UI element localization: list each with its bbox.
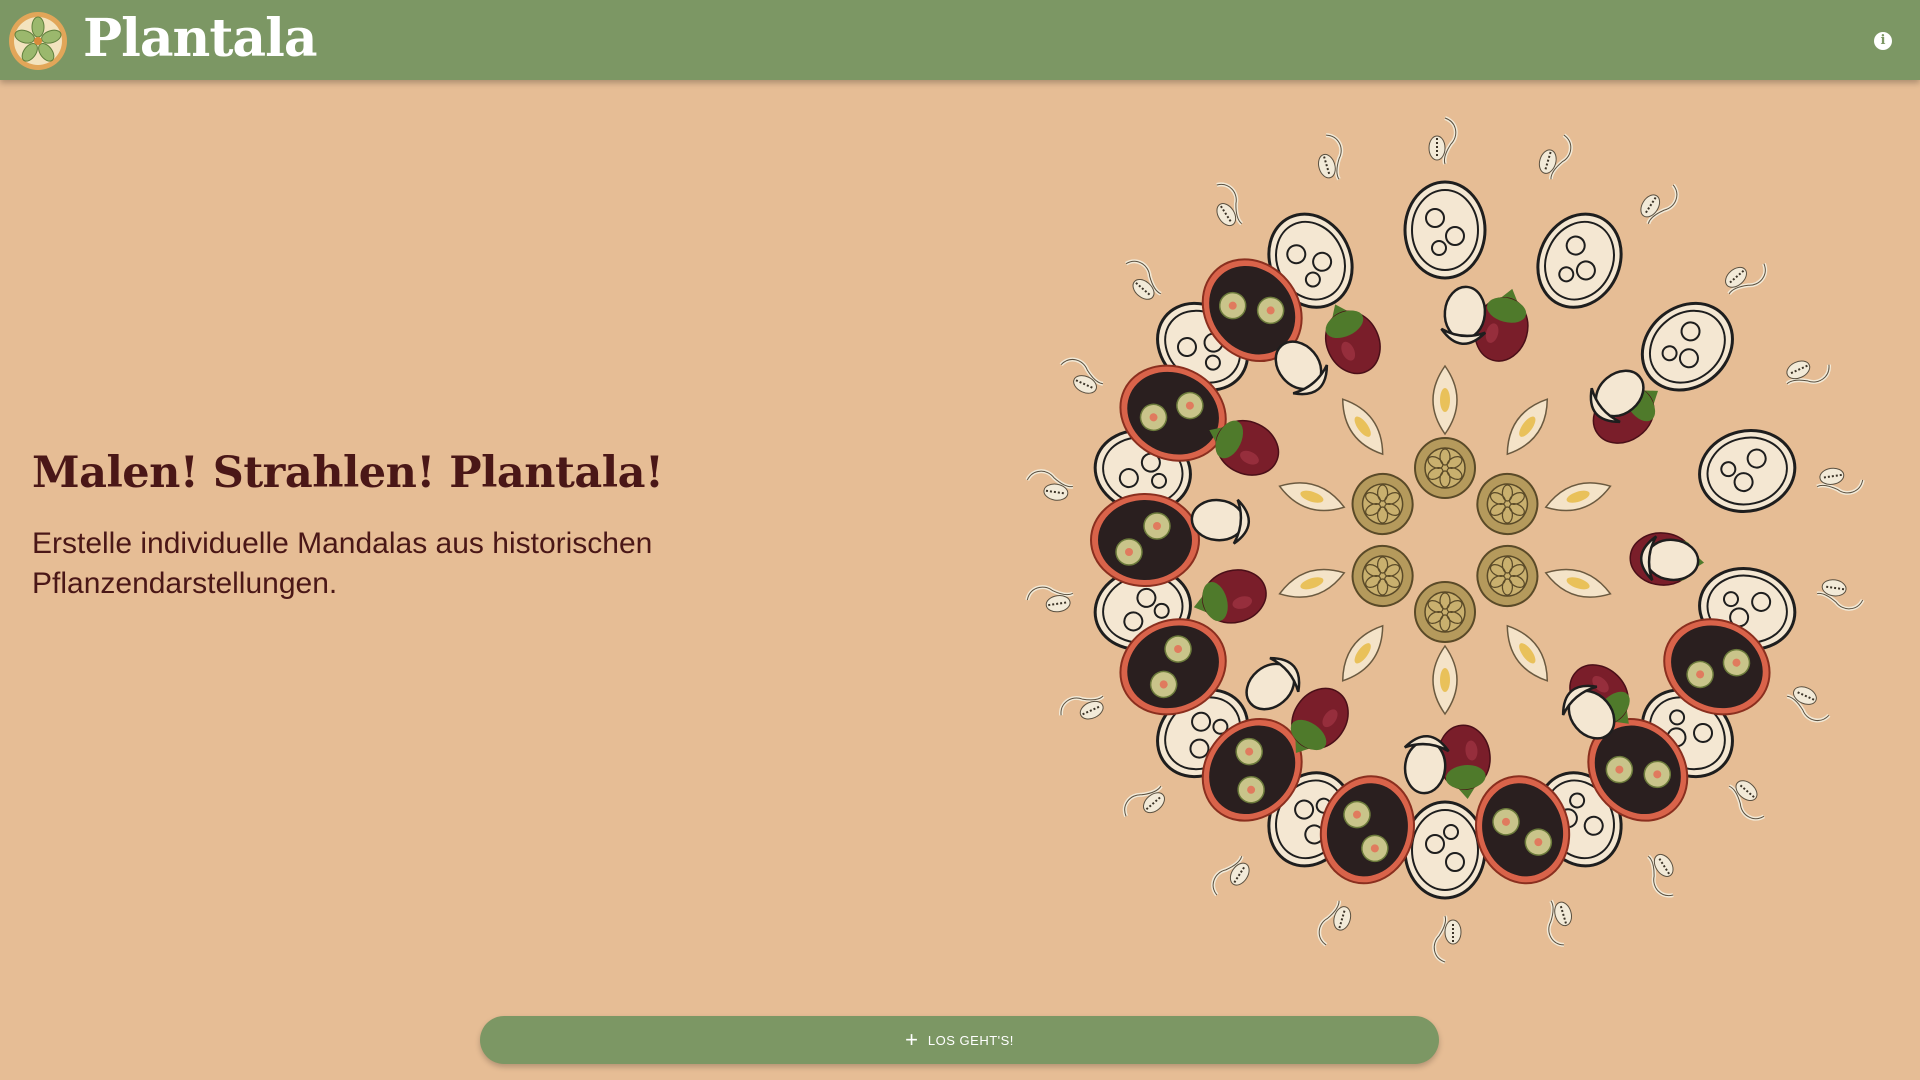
start-button[interactable]: + LOS GEHT'S!	[480, 1016, 1439, 1064]
info-icon[interactable]: i	[1874, 32, 1892, 50]
flower-logo-icon[interactable]	[8, 11, 68, 71]
app-title: Plantala	[83, 8, 318, 69]
center-flower-ring	[1351, 437, 1539, 643]
plant-mandala-illustration	[1025, 116, 1865, 964]
start-button-label: LOS GEHT'S!	[927, 1032, 1014, 1048]
hero-title: Malen! Strahlen! Plantala!	[32, 448, 664, 498]
hero-subtitle: Erstelle individuelle Mandalas aus histo…	[32, 527, 653, 600]
app-header: Plantala i	[0, 0, 1920, 80]
seed-ring	[1278, 364, 1612, 716]
plus-icon: +	[905, 1027, 918, 1052]
